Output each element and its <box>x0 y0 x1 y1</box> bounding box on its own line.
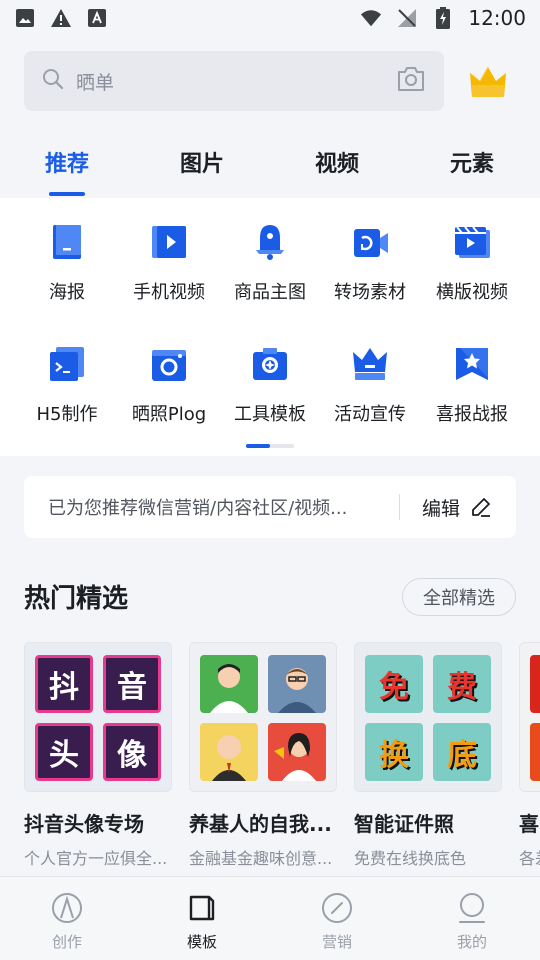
category-tool-template[interactable]: 工具模板 <box>216 344 324 426</box>
battery-charging-icon <box>432 7 454 29</box>
nav-template[interactable]: 模板 <box>162 891 242 952</box>
tab-active-indicator <box>49 192 85 196</box>
tab-recommend[interactable]: 推荐 <box>45 146 89 178</box>
cartoon-man-image <box>200 655 258 713</box>
nav-marketing[interactable]: 营销 <box>297 891 377 952</box>
card-subtitle: 免费在线换底色 <box>354 849 467 868</box>
product-image-icon <box>256 225 284 260</box>
category-tabs: 推荐 图片 视频 元素 <box>0 140 540 200</box>
camera-icon[interactable] <box>396 66 426 96</box>
plog-icon <box>152 350 186 381</box>
search-placeholder[interactable]: 晒单 <box>76 68 396 95</box>
pencil-icon <box>472 498 490 517</box>
card-title: 喜 <box>519 812 539 836</box>
marketing-icon <box>322 893 352 923</box>
view-all-button[interactable]: 全部精选 <box>402 578 516 616</box>
card-thumbnail <box>189 642 337 792</box>
promo-icon <box>353 348 387 380</box>
card-id-photo[interactable]: 免 费 换 底 智能证件照 免费在线换底色 <box>354 642 502 869</box>
edit-preferences-button[interactable]: 编辑 <box>422 494 492 521</box>
image-notification-icon <box>14 7 36 29</box>
featured-cards: 抖 音 头 像 抖音头像专场 个人官方一应俱全... 养基人的自我... 金融基… <box>24 642 540 872</box>
landscape-video-icon <box>455 226 490 258</box>
phone-video-icon <box>152 226 186 258</box>
card-thumbnail: 免 费 换 底 <box>354 642 502 792</box>
card-douyin-avatar[interactable]: 抖 音 头 像 抖音头像专场 个人官方一应俱全... <box>24 642 172 869</box>
card-subtitle: 各差 <box>519 849 540 868</box>
tab-elements[interactable]: 元素 <box>450 146 494 178</box>
card-title: 抖音头像专场 <box>24 812 144 836</box>
tab-videos[interactable]: 视频 <box>315 146 359 178</box>
search-icon <box>42 68 64 94</box>
template-icon <box>189 895 215 921</box>
bottom-navigation: 创作 模板 营销 我的 <box>0 876 540 960</box>
recommendation-bar: 已为您推荐微信营销/内容社区/视频... 编辑 <box>24 476 516 538</box>
no-signal-icon <box>396 7 418 29</box>
card-good-news[interactable]: 喜 各差 <box>519 642 540 869</box>
search-box[interactable]: 晒单 <box>24 51 444 111</box>
divider <box>398 494 400 520</box>
wifi-icon <box>360 7 382 29</box>
category-transition[interactable]: 转场素材 <box>316 222 424 304</box>
vip-crown-icon[interactable] <box>466 59 510 103</box>
card-subtitle: 个人官方一应俱全... <box>24 849 168 868</box>
nav-create[interactable]: 创作 <box>27 891 107 952</box>
category-plog[interactable]: 晒照Plog <box>115 344 223 426</box>
cartoon-bald-man-image <box>200 723 258 781</box>
transition-icon <box>354 229 388 257</box>
tool-template-icon <box>253 348 287 380</box>
nav-profile[interactable]: 我的 <box>432 891 512 952</box>
category-grid: 海报 手机视频 商品主图 转场素材 横版视频 H5制作 晒照Plog 工具模板 … <box>0 198 540 456</box>
category-promo[interactable]: 活动宣传 <box>316 344 424 426</box>
profile-icon <box>459 893 485 923</box>
card-title: 智能证件照 <box>354 812 454 836</box>
poster-icon <box>53 225 81 259</box>
tab-images[interactable]: 图片 <box>180 146 224 178</box>
category-phone-video[interactable]: 手机视频 <box>115 222 223 304</box>
card-thumbnail <box>519 642 540 792</box>
card-title: 养基人的自我... <box>189 812 332 836</box>
create-icon <box>52 893 82 923</box>
search-row: 晒单 <box>24 51 516 111</box>
section-title: 热门精选 <box>24 584 129 614</box>
category-poster[interactable]: 海报 <box>13 222 121 304</box>
cartoon-glasses-man-image <box>268 655 326 713</box>
category-page-indicator <box>246 444 294 448</box>
font-notification-icon <box>86 7 108 29</box>
category-h5[interactable]: H5制作 <box>13 344 121 426</box>
warning-icon <box>50 7 72 29</box>
status-bar: 12:00 <box>0 0 540 36</box>
category-product-image[interactable]: 商品主图 <box>216 222 324 304</box>
cartoon-woman-image <box>268 723 326 781</box>
status-time: 12:00 <box>468 6 526 30</box>
card-thumbnail: 抖 音 头 像 <box>24 642 172 792</box>
card-fund-investor[interactable]: 养基人的自我... 金融基金趣味创意... <box>189 642 337 869</box>
good-news-icon <box>456 348 488 380</box>
recommendation-text: 已为您推荐微信营销/内容社区/视频... <box>48 498 348 519</box>
category-landscape-video[interactable]: 横版视频 <box>418 222 526 304</box>
category-good-news[interactable]: 喜报战报 <box>418 344 526 426</box>
card-subtitle: 金融基金趣味创意... <box>189 849 333 868</box>
h5-icon <box>50 347 84 381</box>
